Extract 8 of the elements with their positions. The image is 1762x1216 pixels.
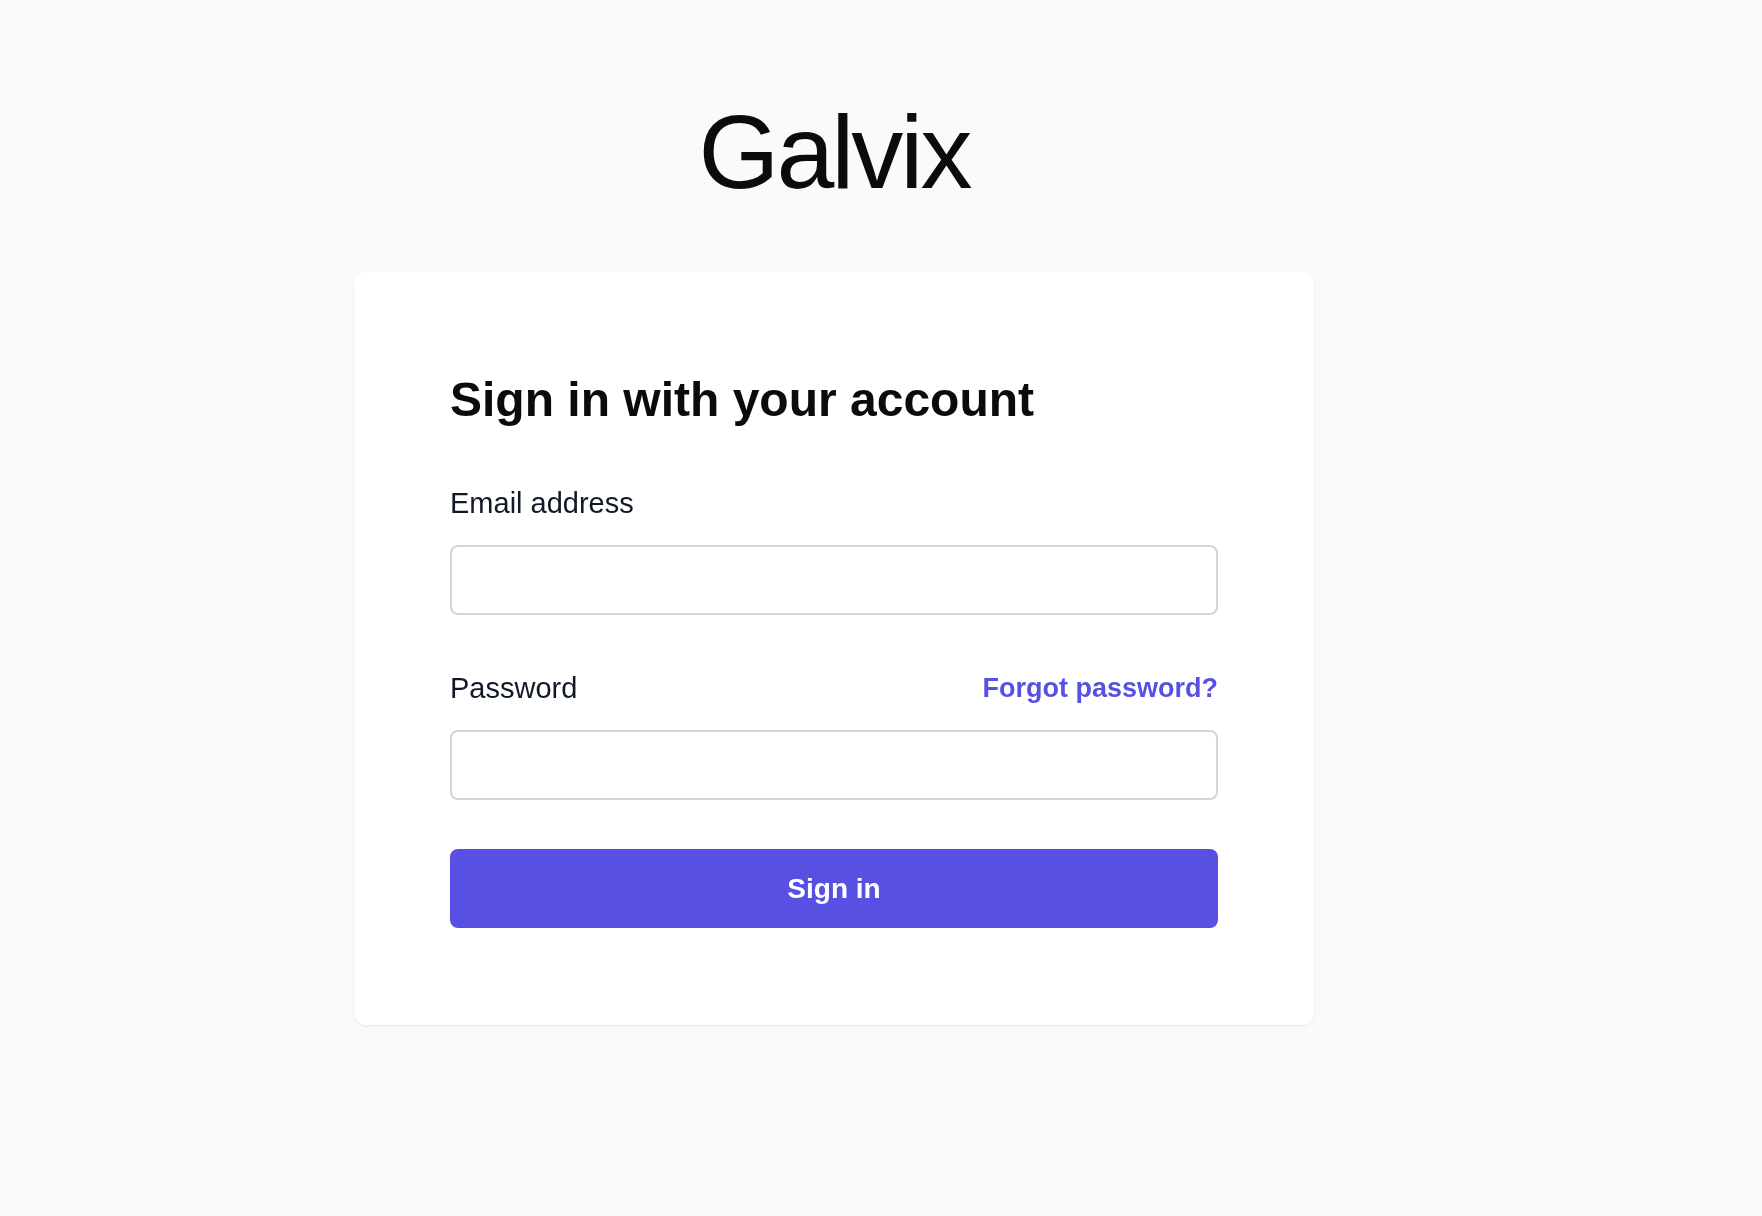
field-label: Email address bbox=[450, 486, 634, 520]
form-title: Sign in with your account bbox=[450, 376, 1035, 424]
sign-in-button[interactable]: Sign in bbox=[450, 849, 1218, 928]
forgot-password-link[interactable]: Forgot password? bbox=[982, 672, 1218, 704]
logo: Galvix bbox=[698, 102, 970, 202]
input-field[interactable] bbox=[450, 730, 1218, 800]
input-field[interactable] bbox=[450, 545, 1218, 615]
field-label: Password bbox=[450, 671, 578, 705]
